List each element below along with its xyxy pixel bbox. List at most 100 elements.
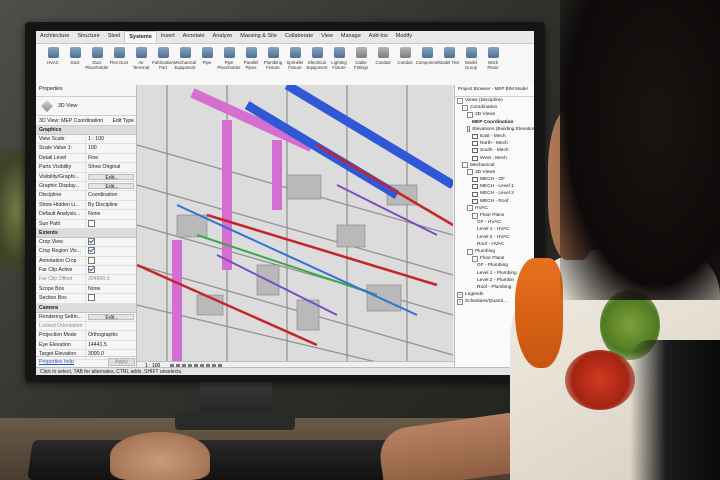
property-value[interactable]: By Discipline	[86, 201, 136, 209]
ribbon-tool-button[interactable]: Fabrication Part	[152, 47, 174, 87]
property-value[interactable]	[86, 266, 136, 274]
property-value[interactable]: Orthographic	[86, 331, 136, 339]
browser-node[interactable]: - Elevations (Building Elevation)	[455, 126, 534, 133]
ribbon-tab[interactable]: Modify	[392, 31, 416, 43]
property-value[interactable]: None	[86, 210, 136, 218]
ribbon-tool-button[interactable]: Electrical Equipment	[306, 47, 328, 87]
browser-node[interactable]: Level 2 - HVAC	[455, 234, 534, 241]
property-value[interactable]	[86, 238, 136, 246]
checkbox[interactable]	[88, 219, 95, 227]
checkbox[interactable]	[88, 247, 95, 255]
property-value[interactable]	[86, 219, 136, 228]
ribbon-tab[interactable]: Analyze	[209, 31, 237, 43]
checkbox[interactable]	[88, 266, 95, 274]
browser-node[interactable]: Roof - HVAC	[455, 241, 534, 248]
property-value[interactable]	[86, 247, 136, 255]
ribbon-tool-button[interactable]: Conduit	[394, 47, 416, 87]
property-value[interactable]: Coordination	[86, 191, 136, 199]
browser-node[interactable]: Level 1 - HVAC	[455, 226, 534, 233]
browser-node[interactable]: -3D Views	[455, 111, 534, 118]
browser-node[interactable]: MECH - Roof	[455, 198, 534, 205]
browser-node[interactable]: GF - HVAC	[455, 219, 534, 226]
edit-button[interactable]: Edit...	[88, 182, 134, 190]
ribbon-tool-button[interactable]: Pipe	[196, 47, 218, 87]
browser-node[interactable]: South - Mech	[455, 147, 534, 154]
ribbon-tab[interactable]: Structure	[73, 31, 103, 43]
ribbon-tool-button[interactable]: Sprinkler Fixture	[284, 47, 306, 87]
edit-button[interactable]: Edit...	[88, 173, 134, 180]
checkbox[interactable]	[88, 294, 95, 302]
ribbon-tool-button[interactable]: Duct Placeholder	[85, 47, 109, 87]
browser-node[interactable]: - Views (Discipline)	[455, 97, 534, 104]
property-value[interactable]: Fine	[86, 154, 136, 162]
property-group-header[interactable]: Graphics	[36, 126, 136, 135]
edit-button[interactable]: Edit...	[88, 313, 134, 321]
collapse-icon[interactable]: -	[467, 126, 471, 133]
ribbon-tool-button[interactable]: Component	[416, 47, 438, 87]
expand-icon[interactable]: +	[457, 291, 463, 298]
ribbon-tool-button[interactable]: HVAC	[42, 47, 64, 87]
property-value[interactable]: Show Original	[86, 163, 136, 171]
browser-node[interactable]: - Plumbing	[455, 248, 534, 255]
collapse-icon[interactable]: -	[457, 97, 463, 104]
3d-viewport[interactable]	[137, 85, 453, 367]
type-selector[interactable]: 3D View	[36, 97, 136, 116]
ribbon-tool-button[interactable]: Parallel Pipes	[240, 47, 262, 87]
ribbon-tab[interactable]: View	[317, 31, 337, 43]
ribbon-tab[interactable]: Architecture	[36, 31, 73, 43]
browser-node[interactable]: North - Mech	[455, 140, 534, 147]
checkbox[interactable]	[88, 238, 95, 246]
ribbon-tab[interactable]: Collaborate	[281, 31, 317, 43]
ribbon-tool-button[interactable]: Conduit	[372, 47, 394, 87]
ribbon-tab[interactable]: Insert	[157, 31, 179, 43]
property-value[interactable]	[86, 322, 136, 330]
browser-node[interactable]: -3D Views	[455, 169, 534, 176]
ribbon-tool-button[interactable]: Duct	[64, 47, 86, 87]
property-value[interactable]: 14441.5	[86, 341, 136, 349]
edit-type-button[interactable]: Edit Type	[112, 118, 134, 124]
ribbon-tool-button[interactable]: Work Plane	[482, 47, 504, 87]
collapse-icon[interactable]: -	[467, 169, 473, 176]
ribbon-tool-button[interactable]: Air Terminal	[130, 47, 152, 87]
properties-help-link[interactable]: Properties help	[39, 359, 74, 365]
collapse-icon[interactable]: -	[467, 205, 473, 212]
checkbox[interactable]	[88, 256, 95, 264]
ribbon-tab[interactable]: Manage	[337, 31, 365, 43]
ribbon-tool-button[interactable]: Model Text	[438, 47, 460, 87]
ribbon-tool-button[interactable]: Pipe Placeholder	[217, 47, 241, 87]
collapse-icon[interactable]: -	[467, 248, 473, 255]
ribbon-tool-button[interactable]: Plumbing Fixture	[262, 47, 284, 87]
browser-node[interactable]: MEP Coordination	[455, 119, 534, 126]
browser-node[interactable]: MECH - Level 1	[455, 183, 534, 190]
browser-node[interactable]: West - Mech	[455, 155, 534, 162]
ribbon-tool-button[interactable]: Lighting Fixture	[328, 47, 350, 87]
collapse-icon[interactable]: -	[462, 104, 468, 111]
property-group-header[interactable]: Extents	[36, 228, 136, 238]
ribbon-tab[interactable]: Steel	[104, 31, 125, 43]
ribbon-tool-button[interactable]: Cable Fittings	[350, 47, 372, 87]
collapse-icon[interactable]: -	[472, 212, 478, 219]
browser-node[interactable]: - Coordination	[455, 104, 534, 111]
ribbon-tool-button[interactable]: Flex Duct	[108, 47, 130, 87]
browser-node[interactable]: MECH - GF	[455, 176, 534, 183]
property-value[interactable]: 100	[86, 144, 136, 152]
browser-node[interactable]: - HVAC	[455, 205, 534, 212]
apply-button[interactable]: Apply	[108, 358, 135, 366]
browser-node[interactable]: - Floor Plans	[455, 212, 534, 219]
collapse-icon[interactable]: -	[472, 255, 478, 262]
browser-node[interactable]: - Floor Plans	[455, 255, 534, 262]
browser-node[interactable]: - Mechanical	[455, 162, 534, 169]
collapse-icon[interactable]: -	[467, 111, 473, 118]
property-value[interactable]	[86, 294, 136, 302]
property-value[interactable]: 1 : 100	[86, 135, 136, 143]
property-value[interactable]: None	[86, 285, 136, 293]
instance-selector[interactable]: 3D View: MEP Coordination Edit Type	[36, 116, 136, 126]
ribbon-tab[interactable]: Annotate	[179, 31, 209, 43]
ribbon-tab[interactable]: Add-Ins	[365, 31, 392, 43]
ribbon-tool-button[interactable]: Model Group	[460, 47, 482, 87]
property-group-header[interactable]: Camera	[36, 303, 136, 313]
ribbon-tool-button[interactable]: Mechanical Equipment	[174, 47, 196, 87]
ribbon-tab[interactable]: Massing & Site	[236, 31, 281, 43]
ribbon-tab[interactable]: Systems	[124, 31, 157, 43]
expand-icon[interactable]: +	[457, 298, 463, 305]
